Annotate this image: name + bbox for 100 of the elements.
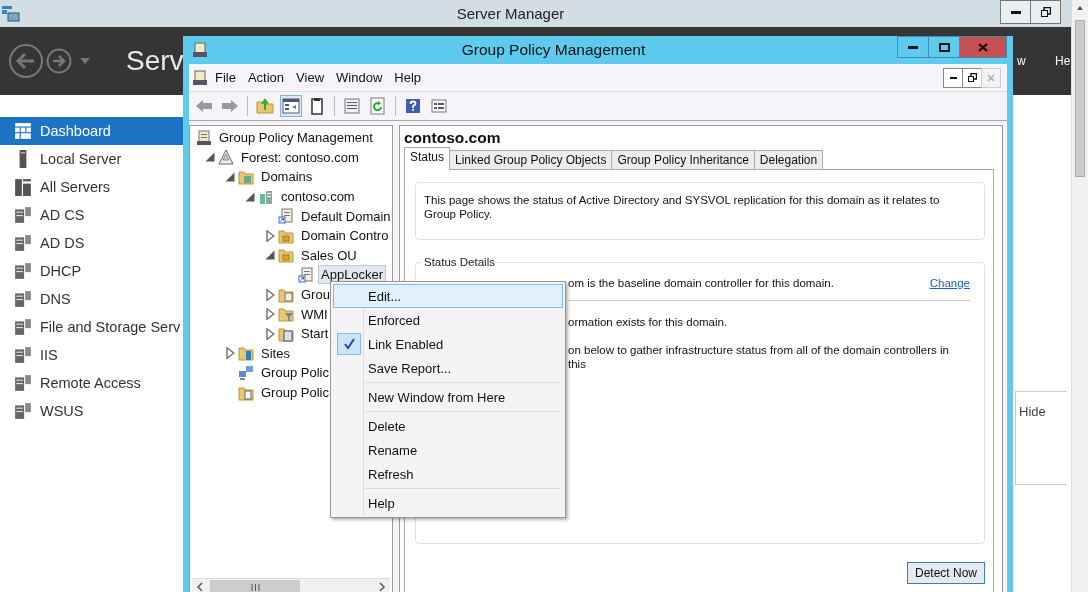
menu-item[interactable]: Help (333, 491, 563, 515)
tree-item[interactable]: Default Domain (298, 206, 392, 226)
sidebar-item[interactable]: Remote Access (0, 369, 183, 397)
sidebar-item[interactable]: Dashboard (0, 117, 183, 145)
computers-icon (238, 364, 254, 381)
minimize-button[interactable] (943, 67, 963, 88)
menu-item[interactable]: He (1055, 54, 1071, 68)
window-title: Group Policy Management (460, 41, 647, 59)
menu-item[interactable]: Delete (333, 414, 563, 438)
description-text: This page shows the status of Active Directory and SYSVOL replication for this domain as it relates to Group Policy. (415, 182, 985, 240)
collapsed-arrow-icon[interactable] (264, 288, 276, 301)
sidebar-item[interactable]: All Servers (0, 173, 183, 201)
tree-item[interactable]: Group Policy Management (216, 128, 376, 148)
restore-icon (1040, 7, 1051, 17)
folder-document-icon (278, 325, 294, 342)
minimize-button[interactable] (897, 36, 929, 58)
tree-item[interactable]: Group Polic (258, 383, 332, 402)
expanded-arrow-icon[interactable] (224, 171, 236, 183)
folder-filter-icon (278, 306, 294, 323)
folder-document-icon (278, 286, 294, 303)
tree-pane-icon[interactable] (280, 95, 302, 117)
menu-item[interactable]: Action (241, 68, 291, 87)
collapsed-arrow-icon[interactable] (264, 229, 276, 242)
expanded-arrow-icon[interactable] (204, 151, 216, 164)
tree-item[interactable]: Domains (258, 167, 316, 187)
menu-item[interactable]: Save Report... (333, 356, 563, 380)
collapsed-arrow-icon[interactable] (264, 308, 276, 321)
status-text: on below to gather infrastructure status from all of the domain controllers in this (568, 343, 950, 371)
caret-icon[interactable] (80, 58, 90, 64)
folder-icon (278, 247, 294, 264)
maximize-button[interactable] (928, 36, 960, 58)
sidebar-item[interactable]: DHCP (0, 257, 183, 285)
minimize-icon (908, 45, 918, 49)
grip-icon (250, 583, 260, 591)
expanded-arrow-icon[interactable] (264, 249, 276, 262)
server-role-icon (14, 234, 32, 252)
menu-item[interactable]: Link Enabled (333, 332, 563, 356)
menu-item[interactable]: Help (388, 68, 428, 87)
document-shortcut-icon (278, 208, 294, 225)
triangle-icon (218, 149, 234, 166)
vertical-scrollbar[interactable] (1071, 0, 1088, 592)
menu-item[interactable]: New Window from Here (333, 385, 563, 409)
restore-button[interactable] (962, 67, 982, 88)
menu-item[interactable]: Refresh (333, 462, 563, 486)
scroll-thumb[interactable] (1075, 20, 1085, 177)
sidebar-item[interactable]: Local Server (0, 145, 183, 173)
tree-item[interactable]: Forest: contoso.com (238, 147, 362, 167)
tree-item[interactable]: Sites (258, 343, 293, 363)
tab[interactable]: Linked Group Policy Objects (449, 150, 613, 169)
sidebar-item[interactable]: File and Storage Serv (0, 313, 183, 341)
folder-building-icon (238, 345, 254, 362)
change-link[interactable]: Change (929, 277, 970, 289)
menu-item[interactable]: Edit... (333, 284, 563, 308)
menu-item[interactable]: File (209, 68, 242, 87)
tree-item[interactable]: contoso.com (278, 187, 358, 207)
status-text: om is the baseline domain controller for this domain. (568, 277, 834, 289)
back-icon[interactable] (8, 43, 44, 79)
tree-item[interactable]: Domain Contro (298, 226, 392, 246)
building-icon (258, 188, 274, 205)
sidebar-item[interactable]: AD CS (0, 201, 183, 229)
server-role-icon (14, 262, 32, 280)
tree-item[interactable]: Grou (298, 285, 333, 305)
close-icon (978, 42, 988, 52)
tree-item[interactable]: WMI (298, 304, 331, 324)
sidebar-item[interactable]: WSUS (0, 397, 183, 425)
sidebar-item[interactable]: AD DS (0, 229, 183, 257)
tree-item[interactable]: Start (298, 324, 332, 344)
status-text: ormation exists for this domain. (568, 315, 729, 329)
close-button[interactable] (959, 36, 1007, 58)
scroll-icon (196, 129, 212, 146)
sidebar-item[interactable]: IIS (0, 341, 183, 369)
expanded-arrow-icon[interactable] (244, 190, 256, 203)
tab[interactable]: Group Policy Inheritance (611, 150, 755, 169)
folder-icon (238, 169, 254, 185)
horizontal-scrollbar[interactable] (192, 578, 390, 592)
menu-item[interactable]: Rename (333, 438, 563, 462)
detect-now-button[interactable]: Detect Now (906, 562, 985, 584)
menu-item[interactable]: w (1017, 54, 1026, 68)
menu-item[interactable]: Enforced (333, 308, 563, 332)
restore-button[interactable] (1030, 0, 1061, 24)
sidebar-item[interactable]: DNS (0, 285, 183, 313)
tree-item[interactable]: Sales OU (298, 245, 360, 265)
server-role-icon (14, 402, 32, 420)
collapsed-arrow-icon[interactable] (224, 347, 236, 360)
group-title: Status Details (423, 256, 496, 268)
grid-icon (14, 122, 32, 140)
server-role-icon (14, 374, 32, 392)
tab[interactable]: Status (404, 147, 451, 170)
properties-icon[interactable] (341, 95, 363, 117)
menu-item[interactable]: View (290, 68, 331, 87)
hide-link[interactable]: Hide (1016, 404, 1046, 419)
app-icon (2, 5, 20, 22)
minimize-button[interactable] (1000, 0, 1031, 24)
tab[interactable]: Delegation (753, 150, 824, 169)
tree-item[interactable]: Group Polic (258, 363, 332, 383)
server-role-icon (14, 318, 32, 336)
menu-item[interactable]: Window (330, 68, 389, 87)
forward-icon[interactable] (46, 48, 72, 74)
server-role-icon (14, 206, 32, 224)
collapsed-arrow-icon[interactable] (264, 327, 276, 340)
